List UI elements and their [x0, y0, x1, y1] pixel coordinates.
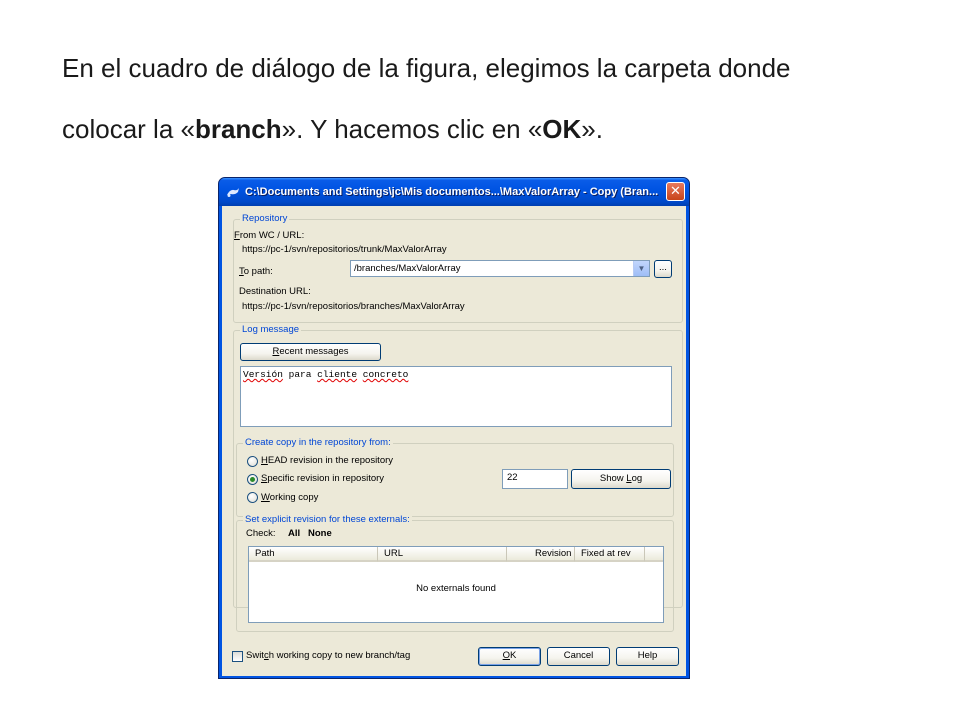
close-button[interactable]: ✕ — [666, 182, 685, 201]
label-text: orking copy — [269, 492, 319, 503]
mnemonic: O — [502, 650, 511, 661]
to-path-label: To path: — [239, 266, 273, 277]
label-text: rom WC / URL: — [239, 230, 305, 241]
label-text: o path: — [243, 266, 273, 277]
to-path-combobox[interactable]: /branches/MaxValorArray ▼ — [350, 260, 650, 277]
log-message-input[interactable]: Versión para cliente concreto — [240, 366, 672, 427]
externals-list[interactable]: Path URL Revision Fixed at rev No extern… — [248, 546, 664, 623]
switch-working-copy-label[interactable]: Switch working copy to new branch/tag — [246, 650, 410, 661]
message-word: para — [288, 369, 312, 380]
head-revision-label[interactable]: HEAD revision in the repository — [261, 455, 393, 466]
mnemonic: H — [261, 455, 268, 466]
show-log-button[interactable]: Show Log — [571, 469, 671, 489]
check-none-link[interactable]: None — [308, 528, 332, 539]
column-revision[interactable]: Revision — [507, 547, 575, 562]
message-word: cliente — [317, 369, 358, 380]
check-label: Check: — [246, 528, 276, 539]
copy-branch-dialog: C:\Documents and Settings\jc\Mis documen… — [218, 177, 690, 679]
label-text: og — [631, 473, 643, 484]
chevron-down-icon[interactable]: ▼ — [633, 261, 649, 276]
cancel-button[interactable]: Cancel — [547, 647, 610, 666]
revision-input[interactable]: 22 — [502, 469, 568, 489]
head-revision-radio[interactable] — [247, 456, 258, 467]
specific-revision-radio[interactable] — [247, 474, 258, 485]
instruction-line-2: colocar la «branch». Y hacemos clic en «… — [62, 99, 922, 160]
message-word: concreto — [362, 369, 409, 380]
recent-messages-button[interactable]: Recent messages — [240, 343, 381, 361]
ok-keyword: OK — [542, 114, 582, 144]
instruction-line-1: En el cuadro de diálogo de la figura, el… — [62, 53, 791, 83]
repository-group-title: Repository — [240, 213, 290, 224]
working-copy-radio[interactable] — [247, 492, 258, 503]
column-fixed-at-rev[interactable]: Fixed at rev — [575, 547, 645, 562]
label-text: EAD revision in the repository — [267, 455, 394, 466]
message-word: Versión — [243, 369, 283, 380]
column-filler — [645, 547, 663, 562]
destination-url-value: https://pc-1/svn/repositorios/branches/M… — [242, 301, 465, 312]
column-path[interactable]: Path — [249, 547, 378, 562]
label-text: pecific revision in repository — [267, 473, 385, 484]
from-url-label: From WC / URL: — [234, 230, 304, 241]
copy-source-group-title: Create copy in the repository from: — [243, 437, 393, 448]
label-text: K — [510, 650, 517, 661]
from-url-value: https://pc-1/svn/repositorios/trunk/MaxV… — [242, 244, 447, 255]
text-fragment: ». Y hacemos clic en « — [281, 114, 543, 144]
destination-url-label: Destination URL: — [239, 286, 311, 297]
check-all-link[interactable]: All — [288, 528, 300, 539]
window-title: C:\Documents and Settings\jc\Mis documen… — [245, 186, 659, 198]
switch-working-copy-checkbox[interactable] — [232, 651, 243, 662]
text-fragment: ». — [581, 114, 603, 144]
label-text: ecent messages — [279, 346, 349, 357]
title-bar[interactable]: C:\Documents and Settings\jc\Mis documen… — [219, 178, 689, 206]
tortoisesvn-icon — [225, 185, 241, 199]
label-text: Show — [599, 473, 627, 484]
mnemonic: W — [261, 492, 270, 503]
branch-keyword: branch — [194, 114, 282, 144]
working-copy-label[interactable]: Working copy — [261, 492, 318, 503]
log-message-group-title: Log message — [240, 324, 302, 335]
empty-list-message: No externals found — [416, 583, 496, 594]
label-text: Swit — [246, 650, 264, 661]
instruction-text: En el cuadro de diálogo de la figura, el… — [62, 38, 922, 160]
externals-group-title: Set explicit revision for these external… — [243, 514, 412, 525]
column-url[interactable]: URL — [378, 547, 507, 562]
externals-list-header: Path URL Revision Fixed at rev — [249, 547, 663, 562]
specific-revision-label[interactable]: Specific revision in repository — [261, 473, 384, 484]
browse-button[interactable]: ... — [654, 260, 672, 278]
to-path-value: /branches/MaxValorArray — [354, 263, 461, 274]
text-fragment: colocar la « — [62, 114, 195, 144]
ok-button[interactable]: OK — [478, 647, 541, 666]
label-text: h working copy to new branch/tag — [268, 650, 411, 661]
help-button[interactable]: Help — [616, 647, 679, 666]
